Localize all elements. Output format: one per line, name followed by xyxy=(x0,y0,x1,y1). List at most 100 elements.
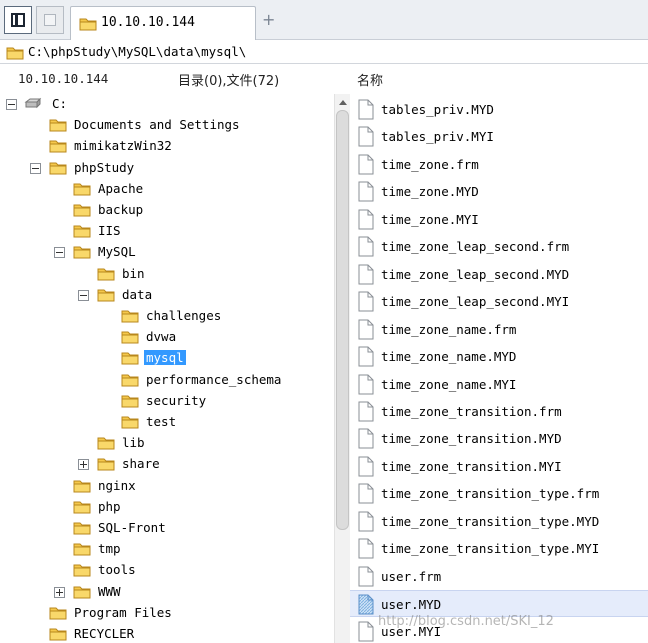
file-row[interactable]: time_zone_leap_second.MYD xyxy=(350,261,648,288)
tree-item-mysql[interactable]: mysql xyxy=(0,348,334,369)
tree-item-lib[interactable]: lib xyxy=(0,433,334,454)
folder-icon xyxy=(49,138,67,153)
tree-scrollbar[interactable] xyxy=(334,94,350,643)
file-icon xyxy=(358,209,374,230)
tree-item-sql-front[interactable]: SQL-Front xyxy=(0,518,334,539)
file-row[interactable]: time_zone_transition.MYI xyxy=(350,453,648,480)
add-tab-button[interactable]: + xyxy=(262,10,275,29)
file-row[interactable]: time_zone_name.MYD xyxy=(350,343,648,370)
file-row[interactable]: time_zone_transition_type.MYI xyxy=(350,535,648,562)
file-row[interactable]: time_zone_transition_type.MYD xyxy=(350,508,648,535)
folder-icon xyxy=(121,393,139,408)
file-icon xyxy=(358,401,374,422)
folder-icon xyxy=(73,541,91,556)
tree-item-share[interactable]: share xyxy=(0,454,334,475)
column-headers: 10.10.10.144 目录(0),文件(72) 名称 xyxy=(0,64,648,94)
file-row[interactable]: time_zone_transition.frm xyxy=(350,398,648,425)
tree-item-mysql[interactable]: MySQL xyxy=(0,242,334,263)
file-name: time_zone.MYD xyxy=(381,184,479,200)
item-count: 目录(0),文件(72) xyxy=(178,74,280,89)
folder-icon xyxy=(121,372,139,387)
file-icon xyxy=(358,291,374,312)
file-row[interactable]: time_zone_leap_second.frm xyxy=(350,233,648,260)
tree-item-label: performance_schema xyxy=(146,371,282,387)
tree-item-data[interactable]: data xyxy=(0,285,334,306)
tree-item-phpstudy[interactable]: phpStudy xyxy=(0,158,334,179)
tree-item-tools[interactable]: tools xyxy=(0,560,334,581)
tree-item-label: phpStudy xyxy=(74,159,135,175)
tree-item-mimikatzwin32[interactable]: mimikatzWin32 xyxy=(0,136,334,157)
file-list: tables_priv.MYD tables_priv.MYI time_zone.… xyxy=(350,94,648,643)
file-row[interactable]: time_zone.MYI xyxy=(350,206,648,233)
file-row[interactable]: time_zone_leap_second.MYI xyxy=(350,288,648,315)
file-name: time_zone_leap_second.MYI xyxy=(381,294,570,310)
collapse-icon[interactable] xyxy=(78,289,89,301)
tree-item-challenges[interactable]: challenges xyxy=(0,306,334,327)
tree-item-security[interactable]: security xyxy=(0,391,334,412)
collapse-icon[interactable] xyxy=(54,247,65,259)
scroll-up-icon[interactable] xyxy=(339,100,347,105)
collapse-icon[interactable] xyxy=(30,162,41,174)
tree-item-documents-and-settings[interactable]: Documents and Settings xyxy=(0,115,334,136)
file-icon xyxy=(358,621,374,642)
expand-icon[interactable] xyxy=(78,459,89,471)
tree-item-dvwa[interactable]: dvwa xyxy=(0,327,334,348)
tree-item-label: nginx xyxy=(98,477,136,493)
tree-item-backup[interactable]: backup xyxy=(0,200,334,221)
tree-item-www[interactable]: WWW xyxy=(0,582,334,603)
tree-item-label: bin xyxy=(122,265,145,281)
tree-item-recycler[interactable]: RECYCLER xyxy=(0,624,334,643)
tree-item-nginx[interactable]: nginx xyxy=(0,476,334,497)
tree-item-label: dvwa xyxy=(146,329,177,345)
file-row[interactable]: time_zone_transition_type.frm xyxy=(350,480,648,507)
file-icon xyxy=(358,126,374,147)
tree-item-label: Apache xyxy=(98,180,144,196)
file-row[interactable]: user.frm xyxy=(350,563,648,590)
tree-item-c[interactable]: C: xyxy=(0,94,334,115)
file-icon xyxy=(358,511,374,532)
file-row[interactable]: time_zone_name.MYI xyxy=(350,371,648,398)
file-icon xyxy=(358,319,374,340)
collapse-icon[interactable] xyxy=(6,99,17,110)
folder-icon xyxy=(49,117,67,132)
folder-icon xyxy=(73,223,91,238)
tree-item-tmp[interactable]: tmp xyxy=(0,539,334,560)
file-name: time_zone_transition.frm xyxy=(381,403,562,419)
path-bar[interactable]: C:\phpStudy\MySQL\data\mysql\ xyxy=(0,40,648,64)
file-name: tables_priv.MYD xyxy=(381,102,494,117)
file-row[interactable]: tables_priv.MYD xyxy=(350,96,648,123)
folder-icon xyxy=(97,266,115,281)
path-input[interactable]: C:\phpStudy\MySQL\data\mysql\ xyxy=(28,44,246,59)
file-name: time_zone_name.MYI xyxy=(381,376,517,392)
tree-item-bin[interactable]: bin xyxy=(0,264,334,285)
file-icon xyxy=(358,428,374,449)
file-row[interactable]: time_zone_transition.MYD xyxy=(350,425,648,452)
file-icon xyxy=(358,181,374,202)
tree-item-test[interactable]: test xyxy=(0,412,334,433)
folder-icon xyxy=(6,47,24,60)
file-name: time_zone_leap_second.frm xyxy=(381,239,570,255)
tree-item-apache[interactable]: Apache xyxy=(0,179,334,200)
scrollbar-thumb[interactable] xyxy=(336,110,349,530)
panel-toggle-button[interactable] xyxy=(4,6,32,34)
tree-item-program-files[interactable]: Program Files xyxy=(0,603,334,624)
tab-host[interactable]: 10.10.10.144 xyxy=(70,6,256,40)
file-name: time_zone_name.MYD xyxy=(381,349,517,365)
folder-icon xyxy=(97,435,115,450)
file-icon xyxy=(358,456,374,477)
file-name: user.frm xyxy=(381,568,442,584)
secondary-panel-button[interactable] xyxy=(36,6,64,34)
file-name: time_zone.MYI xyxy=(381,211,479,227)
tree-item-label: WWW xyxy=(98,583,121,599)
file-row[interactable]: tables_priv.MYI xyxy=(350,123,648,150)
file-row[interactable]: time_zone_name.frm xyxy=(350,316,648,343)
tree-item-iis[interactable]: IIS xyxy=(0,221,334,242)
expand-icon[interactable] xyxy=(54,586,65,598)
folder-icon xyxy=(73,202,91,217)
file-row[interactable]: time_zone.MYD xyxy=(350,178,648,205)
name-column-header[interactable]: 名称 xyxy=(357,70,383,89)
tree-item-php[interactable]: php xyxy=(0,497,334,518)
file-name: time_zone_transition_type.MYD xyxy=(381,513,600,529)
file-row[interactable]: time_zone.frm xyxy=(350,151,648,178)
tree-item-performance-schema[interactable]: performance_schema xyxy=(0,370,334,391)
